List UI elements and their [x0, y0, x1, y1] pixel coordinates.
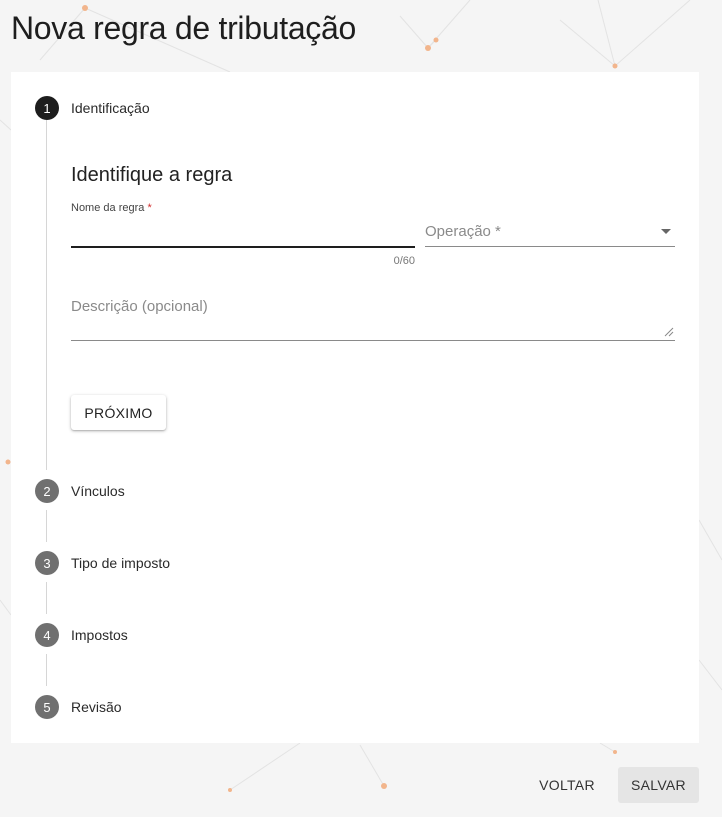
section-title: Identifique a regra — [71, 164, 233, 186]
rule-name-label: Nome da regra * — [71, 202, 152, 214]
step-label: Impostos — [71, 627, 128, 643]
rule-name-char-counter: 0/60 — [393, 255, 415, 267]
dropdown-arrow-icon — [661, 229, 671, 234]
description-label: Descrição (opcional) — [71, 298, 208, 315]
rule-name-label-text: Nome da regra — [71, 202, 145, 214]
step-connector-1 — [46, 120, 47, 470]
step-number-badge: 1 — [35, 96, 59, 120]
step-number-badge: 5 — [35, 695, 59, 719]
rule-name-input[interactable] — [71, 220, 415, 248]
required-mark: * — [147, 202, 152, 214]
step-connector-3 — [46, 582, 47, 614]
step-label: Vínculos — [71, 483, 125, 499]
operation-select[interactable]: Operação * — [425, 220, 675, 247]
step-number-badge: 2 — [35, 479, 59, 503]
operation-select-label: Operação * — [425, 223, 501, 240]
resize-handle-icon[interactable] — [664, 327, 674, 337]
next-button[interactable]: PRÓXIMO — [71, 395, 166, 430]
stepper-card: 1 Identificação Identifique a regra Nome… — [11, 72, 699, 743]
step-identificacao[interactable]: 1 Identificação — [35, 95, 150, 121]
step-label: Identificação — [71, 100, 150, 116]
step-number-badge: 4 — [35, 623, 59, 647]
page-title: Nova regra de tributação — [11, 10, 357, 46]
step-impostos[interactable]: 4 Impostos — [35, 622, 128, 648]
step-revisao[interactable]: 5 Revisão — [35, 694, 122, 720]
step-connector-2 — [46, 510, 47, 542]
save-button[interactable]: SALVAR — [618, 767, 699, 803]
back-button[interactable]: VOLTAR — [530, 767, 604, 803]
step-number-badge: 3 — [35, 551, 59, 575]
step-vinculos[interactable]: 2 Vínculos — [35, 478, 125, 504]
step-label: Tipo de imposto — [71, 555, 171, 571]
step-tipo-de-imposto[interactable]: 3 Tipo de imposto — [35, 550, 170, 576]
step-label: Revisão — [71, 699, 122, 715]
step-connector-4 — [46, 654, 47, 686]
description-textarea[interactable]: Descrição (opcional) — [71, 294, 675, 341]
